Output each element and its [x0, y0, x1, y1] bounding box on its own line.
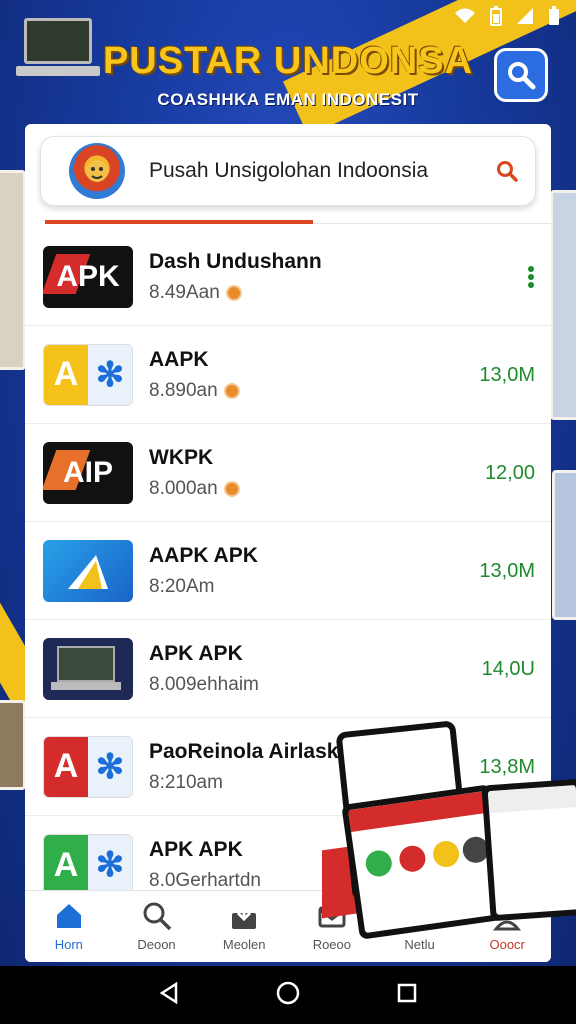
app-icon: A ✻ [43, 735, 133, 798]
app-size-text: 8:210am [149, 772, 223, 793]
nav-search[interactable]: Deoon [113, 901, 201, 952]
badge-dot-icon [223, 481, 240, 497]
recents-icon[interactable] [397, 983, 417, 1008]
app-icon: APK [43, 245, 133, 308]
app-icon: A ✻ [43, 343, 133, 406]
download-icon [232, 903, 257, 929]
app-name: AAPK APK [149, 544, 258, 567]
app-size: 8.890an [149, 380, 240, 402]
home-icon [56, 904, 81, 928]
active-tab-indicator [45, 220, 313, 224]
list-item[interactable]: A ✻ AAPK 8.890an 13,0M [25, 326, 551, 424]
app-size-text: 8:20Am [149, 576, 215, 597]
nav-label: Meolen [222, 937, 266, 952]
app-name: APK APK [149, 838, 243, 861]
decorative-photo [0, 170, 26, 370]
app-size: 8.009ehhaim [149, 674, 259, 696]
app-size-text: 8.0Gerhartdn [149, 870, 261, 891]
app-name: APK APK [149, 642, 243, 665]
download-count: 13,0M [479, 364, 535, 386]
search-icon[interactable] [495, 159, 519, 183]
app-size-text: 8.009ehhaim [149, 674, 259, 695]
app-size-text: 8.890an [149, 380, 218, 401]
app-icon: A ✻ [43, 834, 133, 896]
app-size: 8:20Am [149, 576, 214, 598]
download-count: 14,0U [481, 658, 535, 680]
nav-home[interactable]: Horn [25, 901, 113, 952]
more-options-icon[interactable] [527, 266, 535, 294]
app-size: 8.49Aan [149, 282, 242, 304]
app-name: WKPK [149, 446, 214, 469]
search-bar[interactable]: Pusah Unsigolohan Indoonsia [40, 136, 536, 206]
list-item[interactable]: APK APK 8.009ehhaim 14,0U [25, 620, 551, 718]
app-size-text: 8.49Aan [149, 282, 220, 303]
tab-divider [313, 223, 551, 224]
decorative-photo [0, 700, 26, 790]
app-name: AAPK [149, 348, 209, 371]
app-icon [43, 637, 133, 700]
app-size: 8.000an [149, 478, 240, 500]
tablet-mockup [481, 778, 576, 922]
app-name: Dash Undushann [149, 250, 322, 273]
promo-devices-illustration [300, 720, 576, 942]
nav-download[interactable]: Meolen [200, 901, 288, 952]
banner-title: PUSTAR UNDONSA [102, 40, 474, 82]
badge-dot-icon [223, 383, 240, 399]
download-count: 12,00 [484, 462, 535, 484]
nav-label: Deoon [137, 937, 176, 952]
decorative-photo [550, 190, 576, 420]
search-icon [143, 902, 171, 931]
download-count: 13,0M [479, 560, 535, 582]
list-item[interactable]: AIP WKPK 8.000an 12,00 [25, 424, 551, 522]
wifi-icon [454, 7, 476, 30]
battery-icon [490, 5, 502, 31]
list-item[interactable]: APK Dash Undushann 8.49Aan [25, 228, 551, 326]
app-size: 8.0Gerhartdn [149, 870, 261, 892]
home-button-icon[interactable] [276, 981, 300, 1010]
badge-dot-icon [225, 285, 242, 301]
top-search-button[interactable] [494, 48, 548, 102]
system-navigation-bar [0, 966, 576, 1024]
back-icon[interactable] [159, 981, 179, 1009]
search-input[interactable]: Pusah Unsigolohan Indoonsia [149, 159, 495, 183]
nav-label: Horn [54, 937, 83, 952]
signal-icon [516, 7, 534, 30]
app-icon: AIP [43, 441, 133, 504]
search-icon [508, 62, 536, 90]
banner-subtitle: COASHHKA EMAN INDONESIT [157, 90, 419, 109]
list-item[interactable]: AAPK APK 8:20Am 13,0M [25, 522, 551, 620]
decorative-photo [552, 470, 576, 620]
mask-logo-icon [69, 143, 125, 199]
app-icon [43, 539, 133, 602]
app-size: 8:210am [149, 772, 223, 794]
battery-full-icon [548, 5, 560, 31]
app-size-text: 8.000an [149, 478, 218, 499]
